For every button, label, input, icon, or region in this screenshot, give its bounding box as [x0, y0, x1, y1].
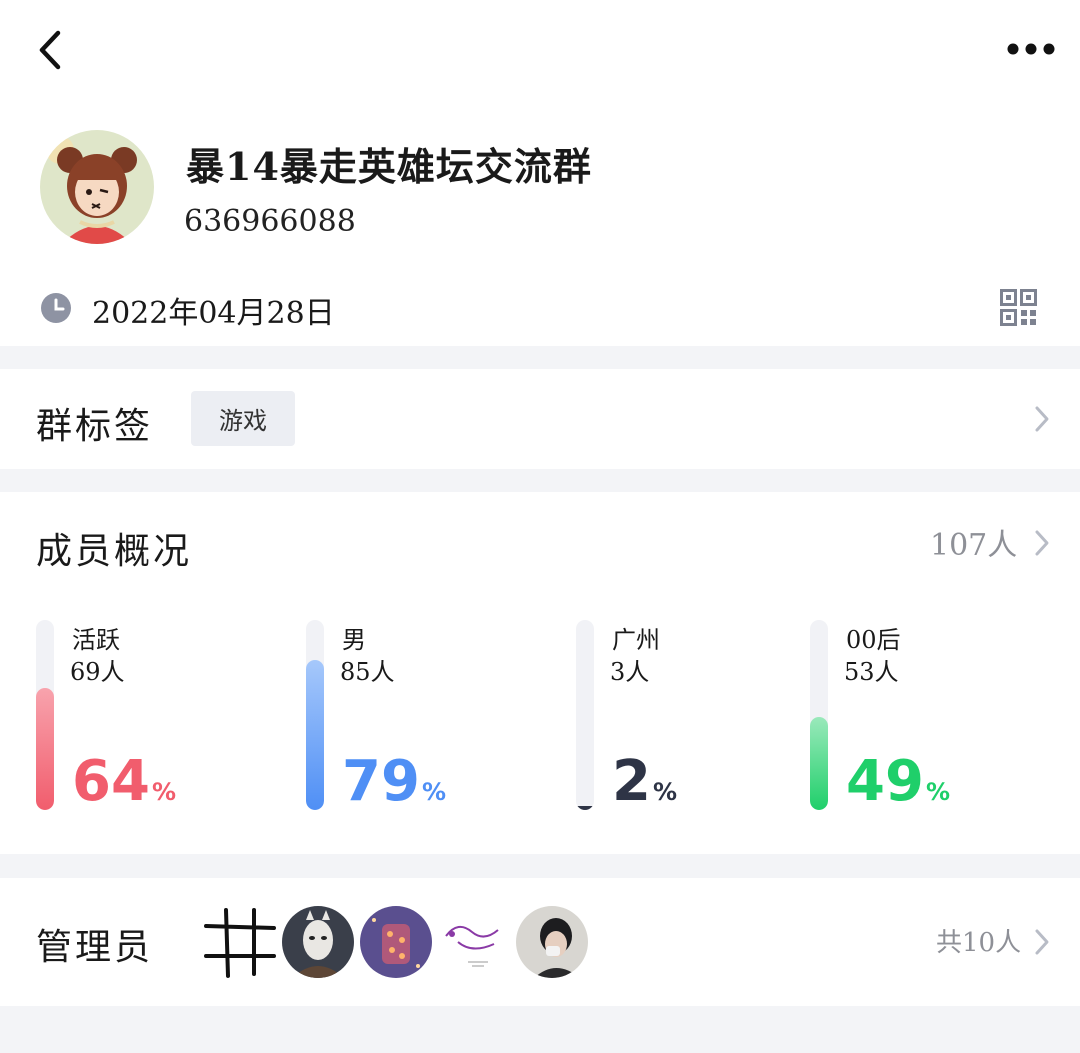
back-button[interactable]: [36, 28, 72, 72]
chevron-right-icon: [1035, 929, 1049, 955]
stat-label: 广州: [612, 626, 660, 654]
stat-bar-fill: [576, 806, 594, 810]
cartoon-girl-avatar: [40, 130, 154, 244]
group-header-card: 暴14暴走英雄坛交流群 636966088 2022年04月28日: [0, 0, 1080, 346]
chevron-right-icon: [1035, 530, 1049, 556]
stat-count: 3人: [610, 658, 650, 686]
grid-sketch-avatar: [204, 906, 276, 978]
purple-lights-avatar: [360, 906, 432, 978]
stat-percent-value: 79: [342, 749, 420, 814]
admin-avatar[interactable]: [516, 906, 588, 978]
admin-avatar[interactable]: [282, 906, 354, 978]
group-tags-title: 群标签: [36, 406, 154, 447]
chevron-right-icon: [1035, 406, 1049, 432]
stat-percent: 2%: [612, 754, 677, 820]
admin-avatar[interactable]: [438, 906, 510, 978]
stat-percent-sign: %: [652, 778, 678, 806]
stat-count: 85人: [340, 658, 395, 686]
admins-row[interactable]: 管理员 共10人: [0, 878, 1080, 1006]
stat-label: 00后: [846, 626, 901, 654]
creation-date: 2022年04月28日: [92, 296, 335, 331]
stat-percent-sign: %: [421, 778, 446, 806]
stat-percent-value: 64: [72, 749, 150, 814]
member-overview-title: 成员概况: [36, 531, 193, 572]
stat-bar-fill: [810, 717, 828, 810]
admin-total: 共10人: [936, 928, 1022, 958]
member-count: 107人: [930, 528, 1018, 563]
stat-percent: 79%: [342, 754, 446, 820]
group-tags-row[interactable]: 群标签 游戏: [0, 369, 1080, 469]
stat-bar-track: [576, 620, 594, 810]
qr-code-button[interactable]: [1000, 289, 1037, 326]
stat-label: 男: [342, 626, 366, 654]
stat-bar-track: [36, 620, 54, 810]
clock-icon: [41, 293, 71, 323]
stat-percent: 49%: [846, 754, 950, 820]
stat-percent-sign: %: [925, 778, 950, 806]
admins-title: 管理员: [36, 927, 154, 968]
more-horizontal-icon: [1007, 43, 1055, 55]
chevron-left-icon: [39, 30, 61, 70]
admin-avatar[interactable]: [204, 906, 276, 978]
group-avatar[interactable]: [40, 130, 154, 244]
stat-bar-track: [810, 620, 828, 810]
group-id: 636966088: [184, 204, 356, 239]
member-overview-card[interactable]: 成员概况 107人 活跃 69人 64% 男 85人 79% 广州 3人 2% 00后 53人 49%: [0, 492, 1080, 854]
group-name: 暴14暴走英雄坛交流群: [186, 144, 592, 189]
person-portrait-avatar: [516, 906, 588, 978]
stat-percent-value: 2: [612, 749, 651, 814]
dragon-sketch-avatar: [438, 906, 510, 978]
white-mask-avatar: [282, 906, 354, 978]
stat-count: 69人: [70, 658, 125, 686]
stat-count: 53人: [844, 658, 899, 686]
more-button[interactable]: [1000, 36, 1060, 62]
admin-avatar[interactable]: [360, 906, 432, 978]
stat-percent-sign: %: [151, 778, 176, 806]
stat-label: 活跃: [72, 626, 120, 654]
tag-chip: 游戏: [191, 391, 295, 446]
stat-bar-fill: [36, 688, 54, 810]
stat-bar-fill: [306, 660, 324, 810]
stat-percent-value: 49: [846, 749, 924, 814]
stat-bar-track: [306, 620, 324, 810]
qr-code-icon: [1000, 289, 1037, 326]
stat-percent: 64%: [72, 754, 176, 820]
